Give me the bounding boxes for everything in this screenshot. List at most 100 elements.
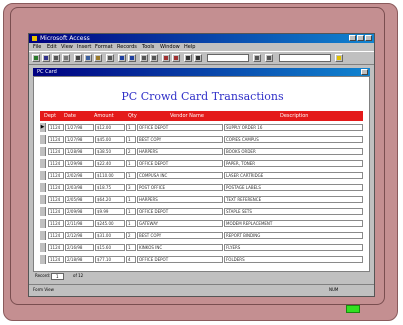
record-selector[interactable] bbox=[40, 255, 46, 264]
cell-dept[interactable]: 1124 bbox=[48, 172, 64, 179]
cell-qty[interactable]: 1 bbox=[126, 136, 136, 143]
cell-dept[interactable]: 1124 bbox=[48, 196, 64, 203]
table-row[interactable]: 1124 2/02/98 $110.00 1 COMPUSA INC LASER CART… bbox=[40, 171, 363, 180]
sort-asc-button[interactable] bbox=[118, 54, 126, 62]
new-object-button[interactable] bbox=[194, 54, 202, 62]
cell-amount[interactable]: $77.10 bbox=[95, 256, 125, 263]
form-close-button[interactable] bbox=[361, 69, 368, 75]
cell-date[interactable]: 1/27/98 bbox=[65, 136, 94, 143]
menu-format[interactable]: Format bbox=[95, 43, 113, 51]
menu-edit[interactable]: Edit bbox=[47, 43, 57, 51]
cell-desc[interactable]: STAPLE SETS bbox=[224, 208, 363, 215]
cell-vendor[interactable]: POST OFFICE bbox=[137, 184, 223, 191]
cell-qty[interactable]: 1 bbox=[126, 196, 136, 203]
menu-insert[interactable]: Insert bbox=[77, 43, 91, 51]
cell-amount[interactable]: $38.50 bbox=[95, 148, 125, 155]
cell-vendor[interactable]: OFFICE DEPOT bbox=[137, 208, 223, 215]
cell-vendor[interactable]: KINKOS INC bbox=[137, 244, 223, 251]
table-row[interactable]: 1124 1/29/98 $22.40 1 OFFICE DEPOT PAPER, TON… bbox=[40, 159, 363, 168]
cell-amount[interactable]: $245.00 bbox=[95, 220, 125, 227]
cell-dept[interactable]: 1124 bbox=[48, 232, 64, 239]
table-row[interactable]: 1124 2/11/98 $245.00 1 GATEWAY MODEM REPLACEM… bbox=[40, 219, 363, 228]
menu-file[interactable]: File bbox=[33, 43, 41, 51]
close-button[interactable] bbox=[365, 35, 372, 41]
cell-qty[interactable]: 1 bbox=[126, 208, 136, 215]
maximize-button[interactable] bbox=[357, 35, 364, 41]
record-selector[interactable] bbox=[40, 147, 46, 156]
cell-amount[interactable]: $15.60 bbox=[95, 244, 125, 251]
cell-date[interactable]: 2/09/98 bbox=[65, 208, 94, 215]
cell-desc[interactable]: BOOKS ORDER bbox=[224, 148, 363, 155]
cell-amount[interactable]: $31.00 bbox=[95, 232, 125, 239]
cell-qty[interactable]: 2 bbox=[126, 148, 136, 155]
cell-desc[interactable]: TEXT REFERENCE bbox=[224, 196, 363, 203]
menu-help[interactable]: Help bbox=[184, 43, 195, 51]
copy-button[interactable] bbox=[84, 54, 92, 62]
delete-record-button[interactable] bbox=[172, 54, 180, 62]
relationships-button[interactable] bbox=[265, 54, 273, 62]
record-selector[interactable] bbox=[40, 231, 46, 240]
record-selector[interactable] bbox=[40, 207, 46, 216]
table-row[interactable]: 1124 1/27/98 $45.00 1 BEST COPY COPIES CAMPUS bbox=[40, 135, 363, 144]
cell-amount[interactable]: $18.75 bbox=[95, 184, 125, 191]
cell-desc[interactable]: FOLDERS bbox=[224, 256, 363, 263]
cell-dept[interactable]: 1124 bbox=[48, 160, 64, 167]
table-row[interactable]: 1124 1/28/98 $38.50 2 HARPERS BOOKS ORDER bbox=[40, 147, 363, 156]
cell-dept[interactable]: 1124 bbox=[48, 148, 64, 155]
cell-vendor[interactable]: OFFICE DEPOT bbox=[137, 256, 223, 263]
save-button[interactable] bbox=[42, 54, 50, 62]
new-record-button[interactable] bbox=[162, 54, 170, 62]
table-row[interactable]: 1124 2/12/98 $31.00 2 BEST COPY REPORT BINDIN… bbox=[40, 231, 363, 240]
cell-dept[interactable]: 1124 bbox=[48, 184, 64, 191]
cell-amount[interactable]: $12.00 bbox=[95, 124, 125, 131]
sort-desc-button[interactable] bbox=[128, 54, 136, 62]
menu-window[interactable]: Window bbox=[160, 43, 180, 51]
table-row[interactable]: ▶ 1124 1/27/98 $12.00 1 OFFICE DEPOT SUPPLY OR… bbox=[40, 123, 363, 132]
cell-dept[interactable]: 1124 bbox=[48, 136, 64, 143]
cell-desc[interactable]: PAPER, TONER bbox=[224, 160, 363, 167]
database-window-button[interactable] bbox=[184, 54, 192, 62]
cell-vendor[interactable]: OFFICE DEPOT bbox=[137, 160, 223, 167]
cell-vendor[interactable]: HARPERS bbox=[137, 196, 223, 203]
cell-desc[interactable]: MODEM REPLACEMENT bbox=[224, 220, 363, 227]
cell-qty[interactable]: 1 bbox=[126, 160, 136, 167]
cell-qty[interactable]: 1 bbox=[126, 172, 136, 179]
cell-date[interactable]: 2/18/98 bbox=[65, 256, 94, 263]
cell-desc[interactable]: REPORT BINDING bbox=[224, 232, 363, 239]
cell-amount[interactable]: $9.99 bbox=[95, 208, 125, 215]
cell-dept[interactable]: 1124 bbox=[48, 208, 64, 215]
cell-date[interactable]: 2/05/98 bbox=[65, 196, 94, 203]
cell-amount[interactable]: $64.20 bbox=[95, 196, 125, 203]
record-selector[interactable] bbox=[40, 243, 46, 252]
cell-qty[interactable]: 2 bbox=[126, 232, 136, 239]
cell-desc[interactable]: POSTAGE LABELS bbox=[224, 184, 363, 191]
find-button[interactable] bbox=[150, 54, 158, 62]
table-row[interactable]: 1124 2/16/98 $15.60 1 KINKOS INC FLYERS bbox=[40, 243, 363, 252]
minimize-button[interactable] bbox=[349, 35, 356, 41]
help-button[interactable] bbox=[335, 54, 343, 62]
cell-vendor[interactable]: GATEWAY bbox=[137, 220, 223, 227]
table-row[interactable]: 1124 2/18/98 $77.10 4 OFFICE DEPOT FOLDERS bbox=[40, 255, 363, 264]
filter-button[interactable] bbox=[140, 54, 148, 62]
menu-view[interactable]: View bbox=[61, 43, 73, 51]
record-selector[interactable] bbox=[40, 183, 46, 192]
cell-date[interactable]: 2/11/98 bbox=[65, 220, 94, 227]
cell-amount[interactable]: $110.00 bbox=[95, 172, 125, 179]
record-selector[interactable] bbox=[40, 195, 46, 204]
cell-qty[interactable]: 1 bbox=[126, 124, 136, 131]
cell-dept[interactable]: 1124 bbox=[48, 256, 64, 263]
cell-vendor[interactable]: OFFICE DEPOT bbox=[137, 124, 223, 131]
cell-qty[interactable]: 3 bbox=[126, 184, 136, 191]
table-row[interactable]: 1124 2/03/98 $18.75 3 POST OFFICE POSTAGE LAB… bbox=[40, 183, 363, 192]
undo-button[interactable] bbox=[106, 54, 114, 62]
cell-desc[interactable]: LASER CARTRIDGE bbox=[224, 172, 363, 179]
cell-date[interactable]: 1/28/98 bbox=[65, 148, 94, 155]
print-button[interactable] bbox=[52, 54, 60, 62]
menu-tools[interactable]: Tools bbox=[142, 43, 154, 51]
cell-desc[interactable]: COPIES CAMPUS bbox=[224, 136, 363, 143]
cell-date[interactable]: 2/02/98 bbox=[65, 172, 94, 179]
table-row[interactable]: 1124 2/05/98 $64.20 1 HARPERS TEXT REFERENCE bbox=[40, 195, 363, 204]
view-button[interactable] bbox=[32, 54, 40, 62]
cell-date[interactable]: 2/12/98 bbox=[65, 232, 94, 239]
cell-qty[interactable]: 4 bbox=[126, 256, 136, 263]
